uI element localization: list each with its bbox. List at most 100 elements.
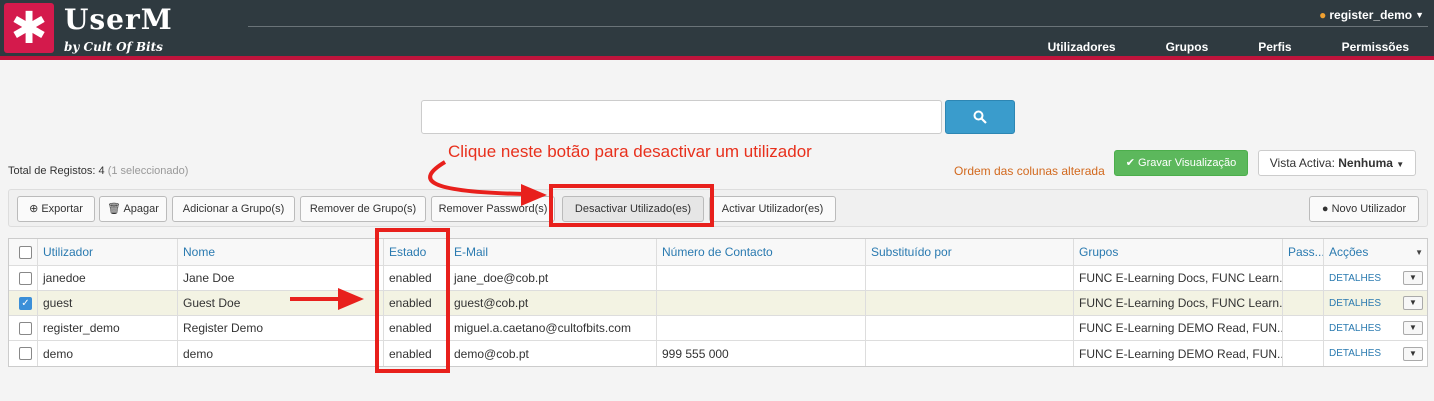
cell-replaced (866, 316, 1074, 340)
table-row[interactable]: register_demo Register Demo enabled migu… (9, 316, 1427, 341)
check-icon: ✔ (1125, 157, 1135, 169)
cell-email: miguel.a.caetano@cultofbits.com (449, 316, 657, 340)
save-view-button[interactable]: ✔ Gravar Visualização (1114, 150, 1248, 176)
cell-phone: 999 555 000 (657, 341, 866, 366)
caret-down-icon: ▼ (1396, 160, 1405, 169)
trash-icon: 🗑 (107, 203, 122, 215)
cell-user: demo (38, 341, 178, 366)
selected-count: (1 seleccionado) (107, 165, 189, 177)
export-button[interactable]: ⊕ Exportar (17, 196, 95, 222)
row-actions-dropdown[interactable]: ▼ (1403, 296, 1423, 310)
cell-email: jane_doe@cob.pt (449, 266, 657, 290)
user-name: register_demo (1329, 8, 1413, 22)
col-header[interactable]: Número de Contacto (657, 239, 866, 265)
col-header[interactable]: Pass... (1283, 239, 1324, 265)
total-count: 4 (98, 165, 105, 177)
col-header[interactable]: Grupos (1074, 239, 1283, 265)
col-header[interactable]: E-Mail (449, 239, 657, 265)
cell-actions: DETALHES ▼ (1324, 341, 1427, 366)
action-toolbar: ⊕ Exportar 🗑 Apagar Adicionar a Grupo(s)… (8, 189, 1428, 227)
nav-utilizadores[interactable]: Utilizadores (1023, 40, 1141, 54)
details-link[interactable]: DETALHES (1329, 323, 1381, 334)
export-icon: ⊕ (29, 203, 39, 215)
table-row[interactable]: ✓ guest Guest Doe enabled guest@cob.pt F… (9, 291, 1427, 316)
activate-user-button[interactable]: Activar Utilizador(es) (709, 196, 836, 222)
cell-email: demo@cob.pt (449, 341, 657, 366)
highlight-box-state-column (375, 228, 450, 373)
col-header[interactable]: Nome (178, 239, 384, 265)
cell-email: guest@cob.pt (449, 291, 657, 315)
cell-replaced (866, 341, 1074, 366)
cell-actions: DETALHES ▼ (1324, 291, 1427, 315)
cell-user: guest (38, 291, 178, 315)
logo-icon[interactable]: ✱ (4, 3, 54, 54)
users-table: Utilizador Nome Estado E-Mail Número de … (8, 238, 1428, 367)
row-select-cell (9, 341, 38, 366)
col-header[interactable]: Acções (1329, 245, 1368, 259)
row-checkbox[interactable] (19, 321, 32, 335)
cell-groups: FUNC E-Learning Docs, FUNC Learn... (1074, 291, 1283, 315)
row-checkbox[interactable]: ✓ (19, 296, 32, 310)
row-actions-dropdown[interactable]: ▼ (1403, 271, 1423, 285)
nav-perfis[interactable]: Perfis (1233, 40, 1316, 54)
row-actions-dropdown[interactable]: ▼ (1403, 321, 1423, 335)
select-all-cell (9, 239, 38, 265)
save-view-label: Gravar Visualização (1138, 157, 1237, 169)
new-user-label: Novo Utilizador (1331, 203, 1407, 215)
nav-permissoes[interactable]: Permissões (1317, 40, 1434, 54)
user-menu[interactable]: ● register_demo ▼ (1319, 8, 1424, 22)
active-view-label: Vista Activa: (1269, 156, 1335, 170)
select-all-checkbox[interactable] (19, 245, 32, 259)
cell-user: register_demo (38, 316, 178, 340)
app-title: UserM (64, 3, 173, 36)
user-icon: ● (1321, 203, 1329, 215)
main-nav: Utilizadores Grupos Perfis Permissões (1023, 40, 1434, 54)
delete-button[interactable]: 🗑 Apagar (99, 196, 167, 222)
cell-replaced (866, 291, 1074, 315)
caret-down-icon: ▼ (1415, 10, 1424, 20)
col-header[interactable]: Utilizador (38, 239, 178, 265)
details-link[interactable]: DETALHES (1329, 298, 1381, 309)
details-link[interactable]: DETALHES (1329, 273, 1381, 284)
row-actions-dropdown[interactable]: ▼ (1403, 346, 1423, 361)
highlight-box-deactivate (549, 184, 714, 227)
cell-name: demo (178, 341, 384, 366)
search-button[interactable] (945, 100, 1015, 134)
search-input[interactable] (421, 100, 942, 134)
table-row[interactable]: janedoe Jane Doe enabled jane_doe@cob.pt… (9, 266, 1427, 291)
new-user-button[interactable]: ● Novo Utilizador (1309, 196, 1419, 222)
nav-grupos[interactable]: Grupos (1141, 40, 1234, 54)
export-label: Exportar (41, 203, 83, 215)
total-label: Total de Registos: (8, 165, 96, 177)
total-records: Total de Registos: 4 (1 seleccionado) (8, 165, 188, 177)
table-header: Utilizador Nome Estado E-Mail Número de … (9, 239, 1427, 266)
details-link[interactable]: DETALHES (1329, 348, 1381, 359)
active-view-dropdown[interactable]: Vista Activa: Nenhuma ▼ (1258, 150, 1416, 176)
row-select-cell (9, 266, 38, 290)
app-subtitle: by Cult Of Bits (64, 40, 163, 54)
row-checkbox[interactable] (19, 347, 32, 360)
cell-groups: FUNC E-Learning Docs, FUNC Learn... (1074, 266, 1283, 290)
row-select-cell: ✓ (9, 291, 38, 315)
cell-replaced (866, 266, 1074, 290)
row-checkbox[interactable] (19, 271, 32, 285)
user-icon: ● (1319, 8, 1327, 22)
cell-groups: FUNC E-Learning DEMO Read, FUN... (1074, 316, 1283, 340)
remove-from-group-button[interactable]: Remover de Grupo(s) (300, 196, 426, 222)
column-menu-icon[interactable]: ▼ (1415, 248, 1423, 257)
cell-pass (1283, 266, 1324, 290)
curved-arrow-icon (428, 160, 547, 206)
cell-name: Register Demo (178, 316, 384, 340)
actions-header: Acções ▼ (1324, 239, 1427, 265)
cell-phone (657, 291, 866, 315)
app-header: ✱ UserM by Cult Of Bits ● register_demo … (0, 0, 1434, 60)
cell-actions: DETALHES ▼ (1324, 316, 1427, 340)
active-view-value: Nenhuma (1338, 156, 1393, 170)
header-divider (248, 26, 1428, 27)
cell-groups: FUNC E-Learning DEMO Read, FUN... (1074, 341, 1283, 366)
col-header[interactable]: Substituído por (866, 239, 1074, 265)
table-row[interactable]: demo demo enabled demo@cob.pt 999 555 00… (9, 341, 1427, 366)
cell-pass (1283, 291, 1324, 315)
add-to-group-button[interactable]: Adicionar a Grupo(s) (172, 196, 295, 222)
annotation-text: Clique neste botão para desactivar um ut… (448, 142, 812, 161)
